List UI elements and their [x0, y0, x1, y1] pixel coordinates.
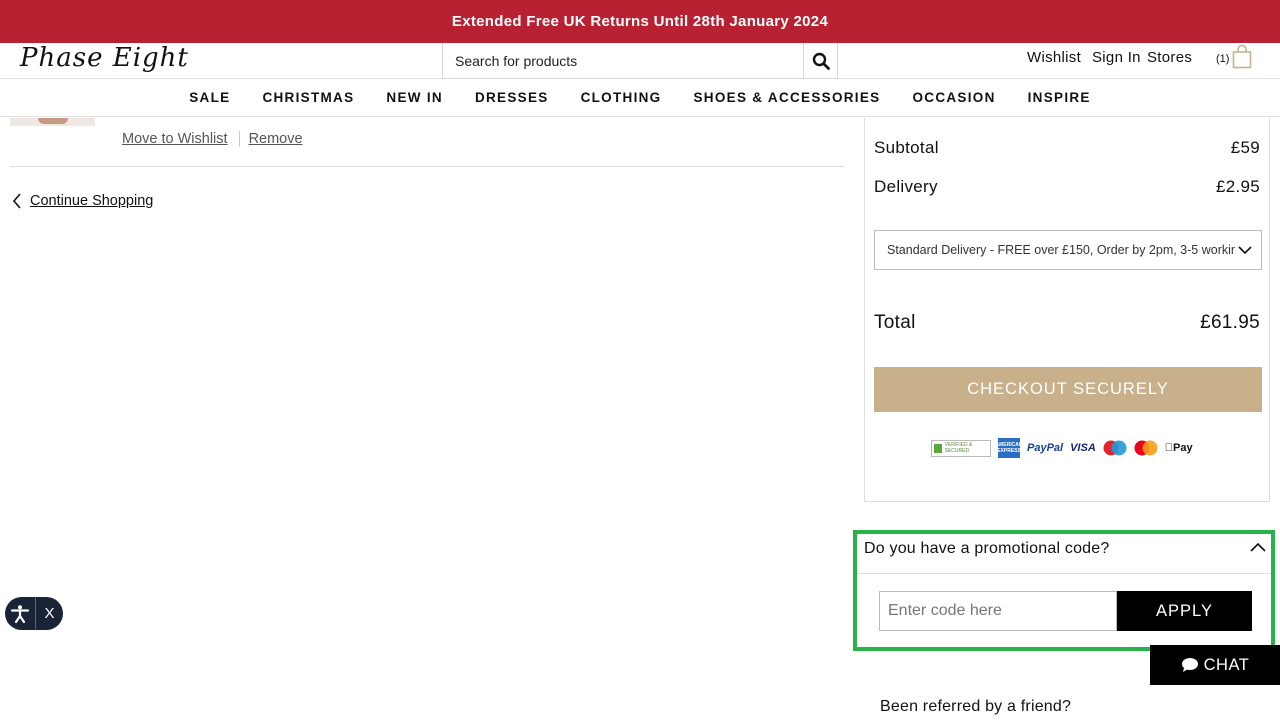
total-value: £61.95: [1200, 312, 1260, 333]
apple-icon: : [1165, 442, 1173, 454]
remove-item-link[interactable]: Remove: [249, 131, 303, 147]
visa-logo: VISA: [1070, 442, 1096, 454]
wishlist-link[interactable]: Wishlist: [1027, 49, 1081, 66]
shopping-bag-icon[interactable]: [1232, 44, 1252, 74]
item-divider: [10, 166, 844, 167]
chat-bubble-icon: [1181, 658, 1198, 672]
chat-button[interactable]: CHAT: [1150, 645, 1280, 685]
promo-code-panel: Do you have a promotional code? APPLY: [853, 530, 1275, 651]
site-header: Phase Eight Wishlist Sign In Stores (1): [0, 43, 1280, 79]
nav-item-occasion[interactable]: OCCASION: [912, 90, 995, 105]
nav-item-new-in[interactable]: NEW IN: [386, 90, 443, 105]
phase-eight-logo[interactable]: Phase Eight: [20, 43, 189, 73]
bag-count[interactable]: (1): [1216, 53, 1229, 65]
promo-code-question[interactable]: Do you have a promotional code?: [864, 540, 1109, 558]
total-label: Total: [874, 312, 916, 333]
stores-link[interactable]: Stores: [1147, 49, 1192, 66]
delivery-label: Delivery: [874, 177, 938, 196]
nav-item-clothing[interactable]: CLOTHING: [581, 90, 662, 105]
search-input[interactable]: [443, 43, 803, 78]
sign-in-link[interactable]: Sign In: [1092, 49, 1141, 66]
search-icon: [812, 52, 830, 70]
total-row: Total £61.95: [874, 312, 1260, 334]
nav-item-inspire[interactable]: INSPIRE: [1028, 90, 1091, 105]
amex-logo: AMERICAN EXPRESS: [996, 438, 1022, 458]
search-button[interactable]: [803, 43, 837, 78]
promo-code-input[interactable]: [879, 591, 1117, 631]
delivery-option-select[interactable]: Standard Delivery - FREE over £150, Orde…: [874, 230, 1262, 270]
maestro-logo: [1103, 440, 1127, 456]
mastercard-logo: [1134, 440, 1158, 456]
verified-secured-badge: VERIFIED & SECURED: [931, 439, 991, 457]
nav-item-shoes-accessories[interactable]: SHOES & ACCESSORIES: [693, 90, 880, 105]
move-to-wishlist-link[interactable]: Move to Wishlist: [122, 131, 228, 147]
paypal-logo: PayPal: [1027, 442, 1064, 454]
basket-item-actions: Move to Wishlist Remove: [122, 131, 303, 147]
delivery-option-text: Standard Delivery - FREE over £150, Orde…: [887, 243, 1235, 257]
product-thumbnail[interactable]: [10, 118, 95, 126]
accessibility-close-button[interactable]: X: [36, 605, 63, 622]
continue-shopping[interactable]: Continue Shopping: [12, 193, 153, 209]
chevron-up-icon[interactable]: [1249, 540, 1267, 558]
promo-banner-text[interactable]: Extended Free UK Returns Until 28th Janu…: [452, 13, 828, 30]
subtotal-label: Subtotal: [874, 138, 939, 157]
action-divider: [238, 131, 240, 147]
main-nav: SALE CHRISTMAS NEW IN DRESSES CLOTHING S…: [0, 79, 1280, 117]
promo-divider: [857, 573, 1271, 574]
apple-pay-logo: Pay: [1164, 442, 1193, 454]
delivery-row: Delivery £2.95: [874, 177, 1260, 197]
nav-item-dresses[interactable]: DRESSES: [475, 90, 549, 105]
chevron-left-icon: [12, 193, 21, 209]
payment-methods: VERIFIED & SECURED AMERICAN EXPRESS PayP…: [931, 438, 1193, 458]
referral-question[interactable]: Been referred by a friend?: [880, 698, 1071, 716]
nav-item-sale[interactable]: SALE: [189, 90, 230, 105]
subtotal-value: £59: [1230, 138, 1260, 157]
checkout-button[interactable]: CHECKOUT SECURELY: [874, 367, 1262, 412]
chat-label: CHAT: [1203, 655, 1250, 674]
subtotal-row: Subtotal £59: [874, 138, 1260, 158]
delivery-value: £2.95: [1215, 177, 1260, 196]
chevron-down-icon: [1238, 246, 1252, 255]
accessibility-widget: X: [5, 597, 63, 630]
apply-button[interactable]: APPLY: [1117, 591, 1252, 631]
search-bar: [442, 43, 838, 79]
promo-banner[interactable]: Extended Free UK Returns Until 28th Janu…: [0, 0, 1280, 43]
order-summary: Subtotal £59 Delivery £2.95 Standard Del…: [864, 118, 1270, 502]
accessibility-icon[interactable]: [5, 597, 36, 630]
continue-shopping-link[interactable]: Continue Shopping: [30, 193, 153, 209]
nav-item-christmas[interactable]: CHRISTMAS: [262, 90, 354, 105]
